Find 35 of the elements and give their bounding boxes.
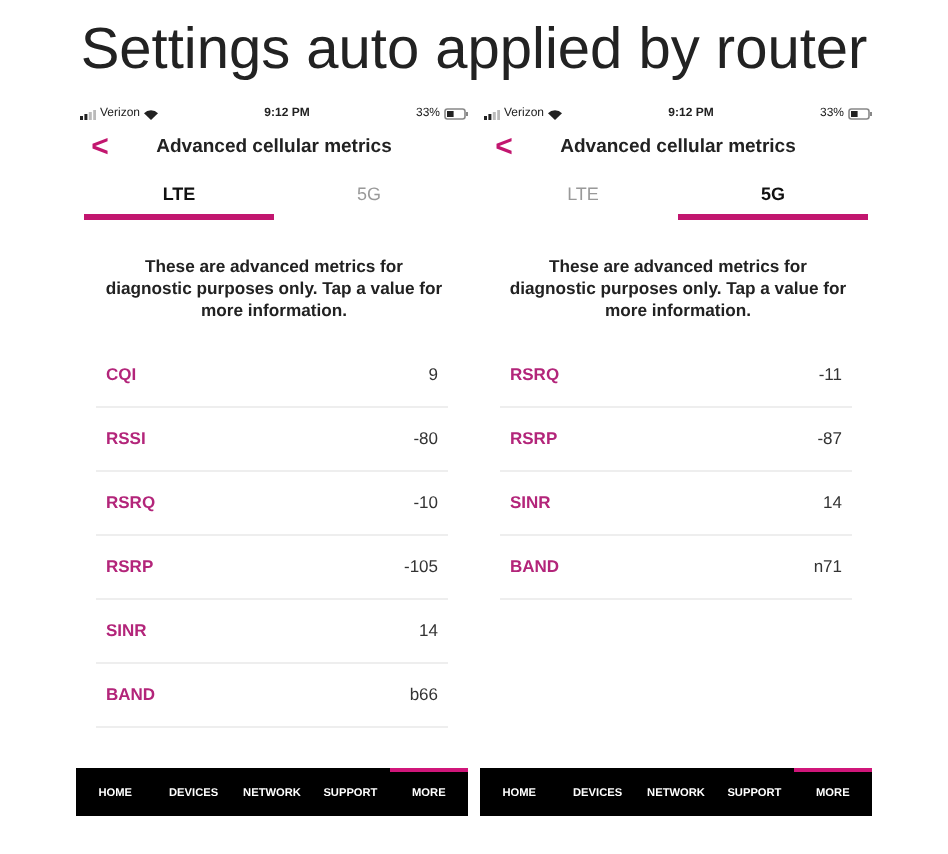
back-button[interactable]: < xyxy=(480,131,528,161)
battery-icon xyxy=(848,108,872,120)
metric-label[interactable]: RSRQ xyxy=(106,492,156,513)
tab[interactable]: 5G xyxy=(678,176,868,220)
metric-value[interactable]: -80 xyxy=(413,428,438,449)
metric-value[interactable]: b66 xyxy=(409,684,438,705)
back-button[interactable]: < xyxy=(76,131,124,161)
signal-icon xyxy=(484,109,500,119)
metric-value[interactable]: 14 xyxy=(419,620,438,641)
metric-label[interactable]: RSRP xyxy=(106,556,154,577)
metric-value[interactable]: -10 xyxy=(413,492,438,513)
metric-label[interactable]: BAND xyxy=(510,556,560,577)
metric-value[interactable]: n71 xyxy=(813,556,842,577)
metric-value[interactable]: 14 xyxy=(823,492,842,513)
battery-icon xyxy=(444,108,468,120)
metric-label[interactable]: SINR xyxy=(510,492,551,513)
metric-value[interactable]: -87 xyxy=(817,428,842,449)
metric-label[interactable]: RSSI xyxy=(106,428,146,449)
signal-icon xyxy=(80,109,96,119)
metric-label[interactable]: SINR xyxy=(106,620,147,641)
page-title: Settings auto applied by router xyxy=(78,16,870,86)
metric-label[interactable]: RSRQ xyxy=(510,364,560,385)
wifi-icon xyxy=(144,109,159,119)
metric-label[interactable]: CQI xyxy=(106,364,137,385)
screen-title: Advanced cellular metrics xyxy=(156,135,392,157)
description-text: These are advanced metrics for diagnostic purposes only. Tap a value for more information. xyxy=(103,256,445,324)
metric-value[interactable]: -105 xyxy=(403,556,438,577)
description-text: These are advanced metrics for diagnostic purposes only. Tap a value for more information. xyxy=(507,256,849,324)
screen-title: Advanced cellular metrics xyxy=(560,135,796,157)
tab[interactable]: LTE xyxy=(84,176,274,220)
metric-label[interactable]: RSRP xyxy=(510,428,558,449)
metric-value[interactable]: -11 xyxy=(818,364,842,385)
metric-value[interactable]: 9 xyxy=(428,364,438,385)
metric-label[interactable]: BAND xyxy=(106,684,156,705)
wifi-icon xyxy=(548,109,563,119)
